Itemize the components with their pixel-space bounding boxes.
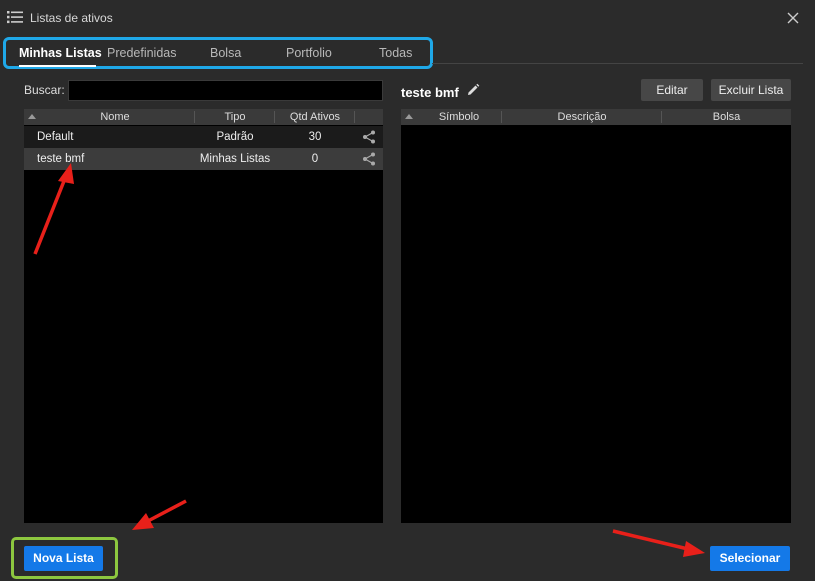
tab-bar: Minhas Listas Predefinidas Bolsa Portfol… <box>3 37 433 69</box>
column-header-qtd-ativos[interactable]: Qtd Ativos <box>275 111 355 123</box>
select-button[interactable]: Selecionar <box>710 546 790 571</box>
pencil-icon[interactable] <box>466 83 480 97</box>
active-tab-indicator <box>19 65 96 67</box>
annotation-arrow-select <box>612 529 705 557</box>
search-input[interactable] <box>68 80 383 101</box>
tab-minhas-listas[interactable]: Minhas Listas <box>19 46 102 60</box>
row-qtd: 0 <box>311 153 319 165</box>
column-header-tipo[interactable]: Tipo <box>195 111 275 123</box>
new-list-button[interactable]: Nova Lista <box>24 546 103 571</box>
edit-button[interactable]: Editar <box>641 79 703 101</box>
row-nome: teste bmf <box>37 153 85 165</box>
lists-table: Nome Tipo Qtd Ativos Default Padrão 30 t… <box>24 109 383 523</box>
close-icon[interactable] <box>785 10 801 26</box>
sort-ascending-icon[interactable] <box>405 114 413 119</box>
tabs-divider <box>432 63 803 64</box>
table-row-selected[interactable]: teste bmf Minhas Listas 0 <box>24 148 383 170</box>
sort-ascending-icon[interactable] <box>28 114 36 119</box>
search-label: Buscar: <box>24 83 65 97</box>
share-icon[interactable] <box>362 152 376 166</box>
tab-portfolio[interactable]: Portfolio <box>286 46 332 60</box>
assets-table-header: Símbolo Descrição Bolsa <box>401 109 791 125</box>
row-tipo: Minhas Listas <box>199 153 271 165</box>
tab-predefinidas[interactable]: Predefinidas <box>107 46 177 60</box>
row-qtd: 30 <box>308 131 322 143</box>
column-header-nome[interactable]: Nome <box>40 111 190 123</box>
selected-list-title: teste bmf <box>401 85 459 100</box>
tab-bolsa[interactable]: Bolsa <box>210 46 241 60</box>
window-title: Listas de ativos <box>30 11 113 25</box>
title-bar: Listas de ativos <box>0 0 815 36</box>
lists-table-header: Nome Tipo Qtd Ativos <box>24 109 383 125</box>
tab-todas[interactable]: Todas <box>379 46 412 60</box>
column-header-descricao[interactable]: Descrição <box>502 111 662 123</box>
list-icon <box>7 11 23 24</box>
table-row[interactable]: Default Padrão 30 <box>24 126 383 148</box>
share-icon[interactable] <box>362 130 376 144</box>
assets-table: Símbolo Descrição Bolsa <box>401 109 791 523</box>
column-header-simbolo[interactable]: Símbolo <box>417 111 501 123</box>
column-header-bolsa[interactable]: Bolsa <box>662 111 791 123</box>
row-tipo: Padrão <box>216 131 254 143</box>
row-nome: Default <box>37 131 74 143</box>
column-divider <box>354 111 355 123</box>
delete-list-button[interactable]: Excluir Lista <box>711 79 791 101</box>
